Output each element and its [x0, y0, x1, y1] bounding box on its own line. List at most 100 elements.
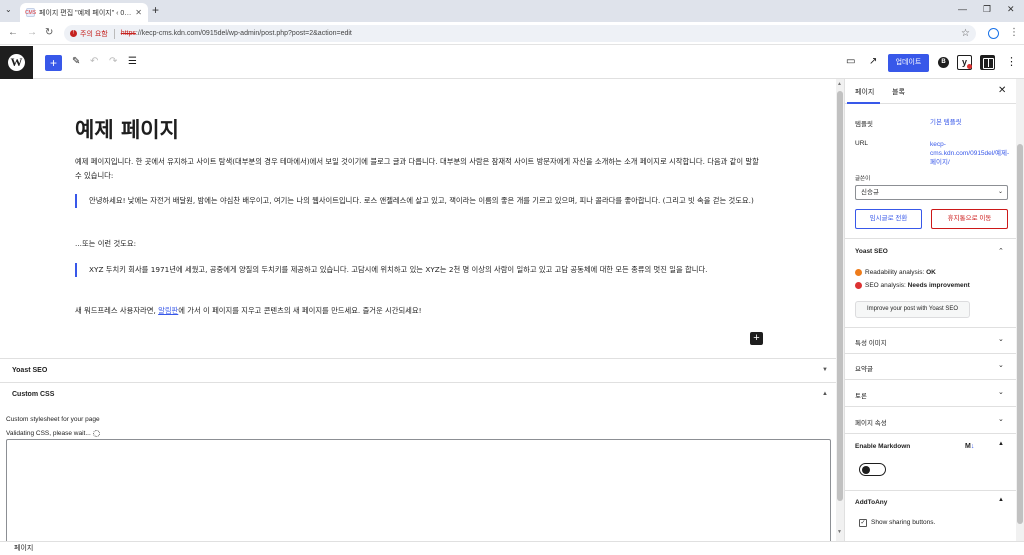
window-close-icon[interactable]: ✕: [1007, 4, 1015, 15]
css-description: Custom stylesheet for your page: [6, 416, 100, 423]
back-icon[interactable]: ←: [8, 27, 18, 38]
switch-to-draft-button[interactable]: 임시글로 전환: [855, 209, 922, 229]
tab-page[interactable]: 페이지: [855, 87, 874, 97]
chevron-up-icon[interactable]: ⌃: [998, 247, 1004, 255]
tab-block[interactable]: 블록: [892, 87, 905, 97]
editor-scrollbar[interactable]: ▲ ▼: [836, 79, 844, 541]
security-warning[interactable]: ! 주의 요함: [70, 29, 108, 39]
undo-icon[interactable]: ↶: [90, 56, 98, 67]
yoast-metabox-header[interactable]: Yoast SEO ▼: [0, 358, 836, 382]
readability-status-icon: [855, 269, 862, 276]
forward-icon[interactable]: →: [27, 27, 37, 38]
list-view-icon[interactable]: ☰: [128, 56, 137, 67]
caret-down-icon[interactable]: ▼: [822, 367, 828, 373]
seo-status-icon: [855, 282, 862, 289]
breadcrumb-item[interactable]: 페이지: [14, 545, 33, 552]
browser-menu-icon[interactable]: ⋮: [1009, 27, 1019, 38]
yoast-status-dot: [967, 64, 972, 69]
improve-with-yoast-button[interactable]: Improve your post with Yoast SEO: [855, 301, 970, 318]
author-value: 신승규: [861, 189, 879, 196]
page-attributes-panel[interactable]: 페이지 속성: [855, 417, 887, 427]
metabox-title: Yoast SEO: [12, 367, 48, 374]
chevron-down-icon[interactable]: ⌄: [998, 361, 1004, 369]
add-block-icon[interactable]: +: [750, 332, 763, 345]
url-link[interactable]: kecp-cms.kdn.com/0915del/예제-페이지/: [930, 140, 1010, 167]
chevron-down-icon[interactable]: ⌄: [998, 415, 1004, 423]
minimize-icon[interactable]: —: [958, 4, 967, 14]
url-text: ://kecp-cms.kdn.com/0915del/wp-admin/pos…: [135, 30, 352, 37]
toggle-knob: [862, 465, 870, 474]
caret-up-icon[interactable]: ▲: [998, 441, 1004, 447]
addtoany-panel-title[interactable]: AddToAny: [855, 499, 887, 506]
browser-tab-strip: ⌄ CMS 페이지 편집 "예제 페이지" ‹ 0… ✕ + — ❐ ✕: [0, 0, 1024, 22]
excerpt-panel[interactable]: 요약글: [855, 363, 873, 373]
post-title[interactable]: 예제 페이지: [75, 114, 179, 144]
profile-icon[interactable]: [988, 28, 999, 39]
paragraph-text: 에 가서 이 페이지를 지우고 콘텐츠의 새 페이지를 만드세요. 즐거운 시간…: [178, 306, 422, 315]
paragraph-text: 새 워드프레스 사용자라면,: [75, 306, 159, 315]
author-select[interactable]: 신승규 ⌄: [855, 185, 1008, 200]
redo-icon[interactable]: ↷: [109, 56, 117, 67]
divider: [845, 238, 1016, 239]
sidebar-scrollbar[interactable]: [1016, 79, 1024, 541]
block-inserter-button[interactable]: +: [45, 55, 62, 71]
quote-block[interactable]: XYZ 두치키 회사를 1971년에 세웠고, 공중에게 양질의 두치키를 제공…: [75, 263, 765, 277]
css-status-text: Validating CSS, please wait...: [6, 430, 91, 438]
restore-icon[interactable]: ❐: [983, 4, 991, 15]
scrollbar-thumb[interactable]: [1017, 144, 1023, 524]
yoast-icon[interactable]: y: [957, 55, 972, 70]
seo-label: SEO analysis:: [865, 282, 908, 290]
external-link-icon[interactable]: ↗: [869, 56, 877, 67]
reload-icon[interactable]: ↻: [45, 27, 53, 38]
browser-tab[interactable]: CMS 페이지 편집 "예제 페이지" ‹ 0… ✕: [20, 3, 148, 22]
yoast-panel-title[interactable]: Yoast SEO: [855, 248, 888, 255]
preview-icon[interactable]: ▭: [846, 56, 855, 67]
scrollbar-thumb[interactable]: [837, 91, 843, 501]
url-label: URL: [855, 140, 869, 147]
readability-analysis[interactable]: Readability analysis: OK: [855, 269, 936, 276]
tab-search-icon[interactable]: ⌄: [5, 5, 12, 14]
url-omnibox[interactable]: ! 주의 요함 https ://kecp-cms.kdn.com/0915de…: [64, 25, 976, 42]
author-label: 글쓴이: [855, 176, 871, 182]
paragraph-block[interactable]: 예제 페이지입니다. 한 곳에서 유지하고 사이트 탐색(대부분의 경우 테마에…: [75, 155, 765, 183]
sharing-checkbox[interactable]: ✓: [859, 519, 867, 527]
jetpack-b-icon[interactable]: B: [938, 57, 949, 68]
scroll-down-icon[interactable]: ▼: [837, 529, 842, 535]
block-breadcrumb: 페이지: [0, 541, 1024, 555]
editor-canvas: 예제 페이지 예제 페이지입니다. 한 곳에서 유지하고 사이트 탐색(대부분의…: [0, 79, 836, 358]
scroll-up-icon[interactable]: ▲: [837, 81, 842, 87]
omnibox-divider: [113, 28, 115, 39]
featured-image-panel[interactable]: 특성 이미지: [855, 337, 887, 347]
caret-up-icon[interactable]: ▲: [822, 391, 828, 397]
close-tab-icon[interactable]: ✕: [135, 8, 142, 17]
update-button[interactable]: 업데이트: [888, 54, 929, 72]
custom-css-metabox-header[interactable]: Custom CSS ▲: [0, 382, 836, 406]
quote-block[interactable]: 안녕하세요! 낮에는 자전거 배달원, 밤에는 야심찬 배우이고, 여기는 나의…: [75, 194, 765, 208]
pencil-icon[interactable]: ✎: [72, 56, 80, 67]
move-to-trash-button[interactable]: 휴지통으로 이동: [931, 209, 1008, 229]
editor-toolbar: W + ✎ ↶ ↷ ☰ ▭ ↗ 업데이트 B y ⋮: [0, 46, 1024, 79]
close-icon[interactable]: ✕: [998, 85, 1006, 96]
dashboard-link[interactable]: 알림판: [158, 306, 178, 315]
seo-analysis[interactable]: SEO analysis: Needs improvement: [855, 282, 970, 289]
settings-sidebar: 페이지 블록 ✕ 템플릿 기본 템플릿 URL kecp-cms.kdn.com…: [844, 79, 1016, 541]
seo-value: Needs improvement: [907, 282, 970, 290]
paragraph-block[interactable]: 새 워드프레스 사용자라면, 알림판에 가서 이 페이지를 지우고 콘텐츠의 새…: [75, 304, 765, 318]
sharing-checkbox-label: Show sharing buttons.: [871, 519, 936, 526]
wordpress-logo-icon[interactable]: W: [0, 46, 33, 79]
custom-css-textarea[interactable]: [6, 439, 831, 544]
new-tab-icon[interactable]: +: [152, 3, 159, 17]
markdown-toggle[interactable]: [859, 463, 886, 476]
address-bar-row: ← → ↻ ! 주의 요함 https ://kecp-cms.kdn.com/…: [0, 22, 1024, 45]
discussion-panel[interactable]: 토론: [855, 390, 867, 400]
paragraph-block[interactable]: ...또는 이런 것도요:: [75, 237, 765, 251]
caret-up-icon[interactable]: ▲: [998, 497, 1004, 503]
chevron-down-icon[interactable]: ⌄: [998, 335, 1004, 343]
chevron-down-icon[interactable]: ⌄: [998, 388, 1004, 396]
options-icon[interactable]: ⋮: [1006, 55, 1017, 68]
spinner-icon: [92, 430, 100, 437]
bookmark-star-icon[interactable]: ☆: [961, 28, 970, 39]
settings-sidebar-icon[interactable]: [980, 55, 995, 70]
template-link[interactable]: 기본 템플릿: [930, 118, 1010, 127]
markdown-panel-title[interactable]: Enable Markdown: [855, 443, 910, 450]
